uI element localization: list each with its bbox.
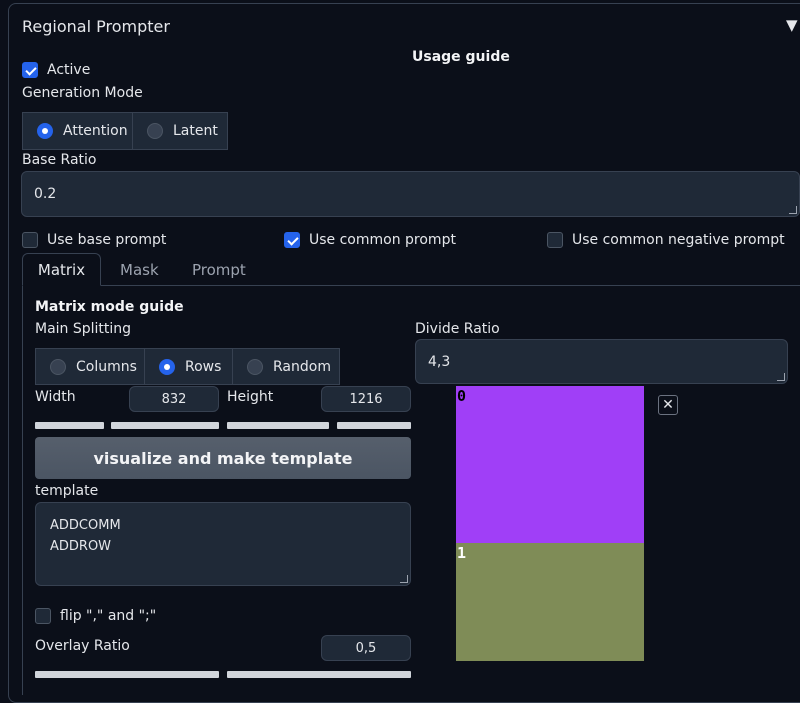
overlay-ratio-input[interactable]: 0,5	[321, 635, 411, 661]
use-base-prompt-checkbox[interactable]	[22, 232, 38, 248]
use-common-negative-prompt-label: Use common negative prompt	[572, 232, 785, 248]
radio-dot-icon	[50, 358, 66, 375]
matrix-mode-guide[interactable]: Matrix mode guide	[35, 299, 184, 315]
main-splitting-label: Main Splitting	[35, 321, 132, 337]
use-common-negative-prompt-row[interactable]: Use common negative prompt	[547, 232, 785, 248]
radio-dot-icon	[247, 358, 263, 375]
generation-mode-label: Generation Mode	[22, 85, 143, 101]
main-splitting-columns[interactable]: Columns	[35, 348, 145, 385]
main-splitting-random[interactable]: Random	[233, 348, 340, 385]
preview-region-0: 0	[456, 386, 644, 543]
close-icon[interactable]: ✕	[658, 395, 678, 415]
option-label: Columns	[76, 358, 137, 375]
use-base-prompt-label: Use base prompt	[47, 232, 167, 248]
base-ratio-label: Base Ratio	[22, 152, 97, 168]
option-label: Latent	[173, 123, 218, 139]
option-label: Random	[273, 358, 331, 375]
height-input[interactable]: 1216	[321, 386, 411, 412]
generation-mode-latent[interactable]: Latent	[133, 112, 228, 150]
flip-row[interactable]: flip "," and ";"	[35, 608, 156, 624]
tab-matrix[interactable]: Matrix	[22, 253, 101, 286]
generation-mode-attention[interactable]: Attention	[22, 112, 133, 150]
flip-label: flip "," and ";"	[60, 608, 157, 624]
height-slider-track-right[interactable]	[337, 422, 411, 429]
use-base-prompt-row[interactable]: Use base prompt	[22, 232, 166, 248]
preview-region-label: 0	[457, 387, 467, 405]
height-label: Height	[227, 389, 274, 405]
width-label: Width	[35, 389, 76, 405]
overlay-slider-track-left[interactable]	[35, 671, 219, 678]
resize-handle-icon[interactable]	[400, 575, 408, 583]
usage-guide-link[interactable]: Usage guide	[412, 49, 510, 65]
main-splitting-rows[interactable]: Rows	[145, 348, 233, 385]
resize-handle-icon[interactable]	[789, 206, 797, 214]
width-slider-track-left[interactable]	[35, 422, 104, 429]
divide-ratio-value: 4,3	[428, 353, 451, 370]
base-ratio-value: 0.2	[34, 186, 57, 202]
resize-handle-icon[interactable]	[777, 373, 785, 381]
flip-checkbox[interactable]	[35, 608, 51, 624]
panel-title: Regional Prompter	[22, 17, 170, 36]
tab-divider	[22, 285, 800, 286]
radio-dot-icon	[159, 358, 175, 375]
width-slider-track-right[interactable]	[111, 422, 219, 429]
preview-region-1: 1	[456, 543, 644, 661]
region-preview-image: 01	[456, 386, 644, 661]
use-common-negative-prompt-checkbox[interactable]	[547, 232, 563, 248]
active-checkbox[interactable]	[22, 62, 38, 78]
use-common-prompt-label: Use common prompt	[309, 232, 456, 248]
option-label: Rows	[185, 358, 222, 375]
divide-ratio-label: Divide Ratio	[415, 321, 500, 337]
active-label: Active	[47, 62, 91, 78]
preview-region-label: 1	[457, 544, 467, 562]
use-common-prompt-checkbox[interactable]	[284, 232, 300, 248]
template-line: ADDCOMM	[50, 518, 121, 533]
template-textarea[interactable]: ADDCOMM ADDROW	[35, 502, 411, 586]
use-common-prompt-row[interactable]: Use common prompt	[284, 232, 456, 248]
tab-content-border	[22, 286, 23, 695]
base-ratio-input[interactable]: 0.2	[21, 171, 800, 217]
main-splitting-radio-group: Columns Rows Random	[35, 348, 340, 385]
triangle-down-icon[interactable]: ▼	[786, 16, 798, 34]
width-input[interactable]: 832	[129, 386, 219, 412]
height-slider-track-left[interactable]	[227, 422, 329, 429]
overlay-slider-track-right[interactable]	[227, 671, 411, 678]
template-line: ADDROW	[50, 539, 112, 554]
tab-mask[interactable]: Mask	[120, 261, 159, 279]
generation-mode-radio-group: Attention Latent	[22, 112, 228, 150]
divide-ratio-input[interactable]: 4,3	[415, 339, 788, 384]
active-checkbox-row[interactable]: Active	[22, 62, 90, 78]
template-label: template	[35, 483, 99, 499]
radio-dot-icon	[37, 123, 53, 139]
radio-dot-icon	[147, 123, 163, 139]
tab-prompt[interactable]: Prompt	[192, 261, 246, 279]
option-label: Attention	[63, 123, 128, 139]
overlay-ratio-label: Overlay Ratio	[35, 638, 130, 654]
visualize-button[interactable]: visualize and make template	[35, 437, 411, 479]
